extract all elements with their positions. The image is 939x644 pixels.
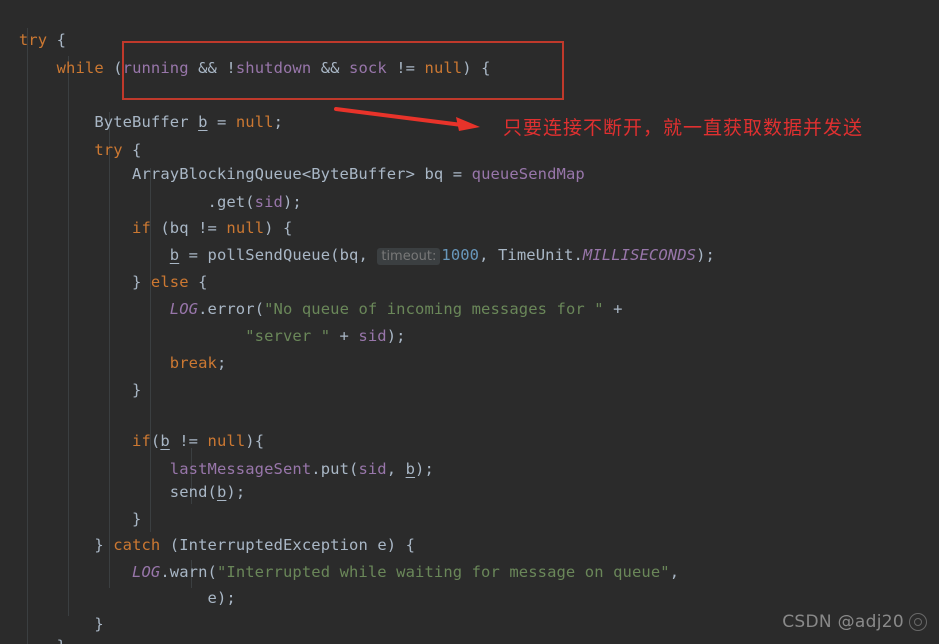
code-line: } else {	[132, 273, 208, 291]
inline-parameter-hint: timeout:	[377, 248, 441, 265]
code-line: while (running && !shutdown && sock != n…	[56, 59, 491, 77]
watermark: CSDN @adj20	[782, 612, 927, 632]
csdn-logo-icon	[909, 613, 927, 631]
code-line: send(b);	[169, 483, 246, 501]
code-line: b = pollSendQueue(bq, timeout: 1000, Time…	[169, 246, 715, 265]
code-line: break;	[169, 354, 227, 372]
code-line: }	[132, 381, 142, 399]
code-line: LOG.warn("Interrupted while waiting for …	[132, 563, 680, 581]
annotation-note: 只要连接不断开，就一直获取数据并发送	[503, 117, 864, 139]
code-line: .get(sid);	[207, 193, 302, 211]
watermark-text: CSDN @adj20	[782, 612, 904, 632]
code-line: LOG.error("No queue of incoming messages…	[169, 300, 623, 318]
code-line: "server " + sid);	[245, 327, 406, 345]
code-line: if(b != null){	[132, 432, 265, 450]
code-line: ArrayBlockingQueue<ByteBuffer> bq = queu…	[132, 165, 585, 183]
code-line: try {	[18, 31, 67, 49]
code-editor-content[interactable]: try { while (running && !shutdown && soc…	[0, 0, 939, 644]
code-line: }	[0, 632, 939, 644]
hint-value: 1000	[441, 246, 480, 264]
code-line: if (bq != null) {	[132, 219, 293, 237]
code-line: }	[132, 510, 142, 528]
code-screenshot: try { while (running && !shutdown && soc…	[0, 0, 939, 644]
code-line: e);	[207, 589, 236, 607]
code-line: } catch (InterruptedException e) {	[94, 536, 416, 554]
